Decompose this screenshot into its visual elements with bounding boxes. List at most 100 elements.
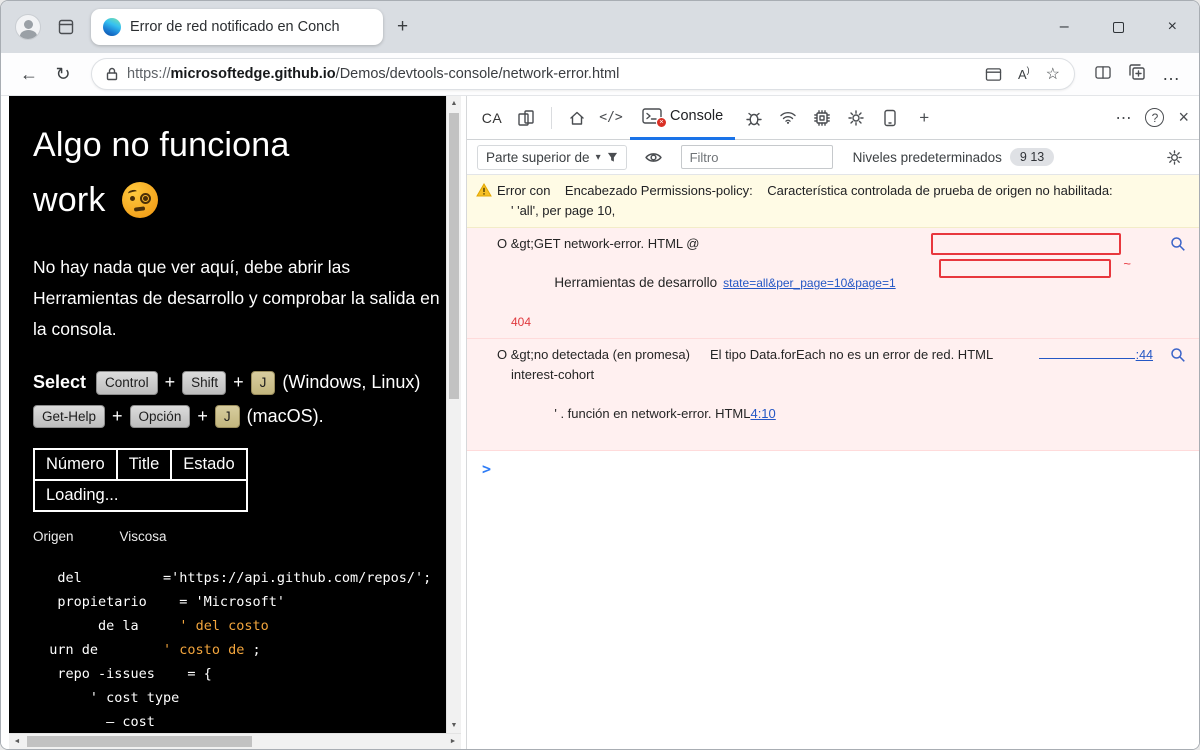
magnifier-icon[interactable] bbox=[1170, 347, 1186, 369]
webpage-pane: Algo no funciona work No hay nada que ve… bbox=[9, 96, 461, 749]
avatar-head-shape bbox=[24, 20, 33, 29]
console-messages: Error con Encabezado Permissions-policy:… bbox=[467, 175, 1199, 749]
horizontal-scrollbar[interactable]: ◄ ► bbox=[9, 733, 461, 749]
source-label-viscosa[interactable]: Viscosa bbox=[120, 529, 167, 544]
issues-table: Número Title Estado Loading... bbox=[33, 448, 248, 512]
scroll-left-arrow[interactable]: ◄ bbox=[9, 734, 25, 749]
highlight-box-2 bbox=[939, 259, 1111, 278]
back-button[interactable]: ← bbox=[17, 64, 41, 85]
window-controls: – × bbox=[1060, 19, 1185, 35]
source-line-link[interactable]: :44 bbox=[1136, 346, 1153, 365]
promise-error-line-3: ' . función en network-error. HTML4:10 bbox=[497, 384, 1153, 443]
collections-icon[interactable] bbox=[1125, 63, 1149, 86]
highlight-box-1 bbox=[931, 233, 1121, 255]
webpage-content: Algo no funciona work No hay nada que ve… bbox=[9, 96, 446, 733]
code-line: ' cost type bbox=[33, 686, 442, 710]
console-settings-gear-icon[interactable] bbox=[1159, 142, 1189, 172]
scroll-down-arrow[interactable]: ▼ bbox=[447, 718, 461, 733]
promise-error-line-1: O &gt;no detectada (en promesa) El tipo … bbox=[497, 345, 1153, 365]
code-text: propietario = 'Microsoft' bbox=[33, 594, 285, 610]
favorite-star-icon[interactable]: ☆ bbox=[1046, 64, 1060, 84]
console-filter-input[interactable] bbox=[681, 145, 833, 169]
code-line: del ='https://api.github.com/repos/'; bbox=[33, 566, 442, 590]
new-tab-button[interactable]: + bbox=[397, 16, 408, 38]
install-app-icon[interactable] bbox=[985, 67, 1002, 82]
maximize-button[interactable] bbox=[1113, 22, 1124, 33]
vertical-scrollbar[interactable]: ▲ ▼ bbox=[446, 96, 461, 733]
browser-menu-icon[interactable]: … bbox=[1159, 64, 1183, 85]
debugger-bug-icon[interactable] bbox=[739, 103, 769, 133]
promise-error-right: El tipo Data.forEach no es un error de r… bbox=[710, 345, 993, 365]
horizontal-scroll-thumb[interactable] bbox=[27, 736, 252, 747]
network-wifi-icon[interactable] bbox=[773, 103, 803, 133]
plus-sign: + bbox=[112, 406, 123, 427]
tab-console[interactable]: × Console bbox=[630, 96, 735, 140]
table-loading-row: Loading... bbox=[34, 480, 247, 511]
inspect-tool-button[interactable]: CA bbox=[477, 103, 507, 133]
content-area: Algo no funciona work No hay nada que ve… bbox=[1, 96, 1199, 749]
warning-line-2: ' 'all', per page 10, bbox=[497, 201, 1153, 221]
home-tab-icon[interactable] bbox=[562, 103, 592, 133]
refresh-button[interactable]: ↻ bbox=[51, 64, 75, 85]
frame-context-selector[interactable]: Parte superior de ▾ bbox=[477, 145, 627, 170]
stack-frame-link[interactable]: 4:10 bbox=[750, 406, 775, 421]
column-header-estado: Estado bbox=[171, 449, 246, 480]
plus-sign: + bbox=[197, 406, 208, 427]
scroll-up-arrow[interactable]: ▲ bbox=[447, 96, 461, 111]
minimize-button[interactable]: – bbox=[1060, 19, 1069, 35]
code-text: repo -issues = { bbox=[33, 666, 212, 682]
tab-actions-icon[interactable] bbox=[53, 14, 79, 40]
code-string: ' costo de bbox=[163, 642, 244, 658]
vertical-scroll-thumb[interactable] bbox=[449, 113, 459, 399]
devtools-help-icon[interactable]: ? bbox=[1145, 108, 1164, 127]
heading-line2: work bbox=[33, 181, 106, 219]
url-text: https://microsoftedge.github.io/Demos/de… bbox=[127, 66, 619, 82]
memory-chip-icon[interactable] bbox=[807, 103, 837, 133]
horizontal-scroll-track[interactable] bbox=[25, 734, 445, 749]
browser-tab[interactable]: Error de red notificado en Conch bbox=[91, 9, 383, 45]
code-text: de la bbox=[33, 618, 179, 634]
device-tablet-icon[interactable] bbox=[875, 103, 905, 133]
emoji-mouth bbox=[133, 206, 144, 211]
stack-frame-text: ' . función en network-error. HTML bbox=[554, 406, 750, 421]
elements-tab-icon[interactable]: </> bbox=[596, 103, 626, 133]
vertical-scroll-track[interactable] bbox=[447, 111, 461, 718]
code-line: urn de ' costo de ; bbox=[33, 638, 442, 662]
code-line: de la ' del costo bbox=[33, 614, 442, 638]
promise-error-left: O &gt;no detectada (en promesa) bbox=[497, 345, 690, 365]
address-bar[interactable]: https://microsoftedge.github.io/Demos/de… bbox=[91, 58, 1075, 90]
read-aloud-icon[interactable]: A) bbox=[1018, 67, 1030, 82]
more-tools-plus-icon[interactable]: + bbox=[909, 103, 939, 133]
console-filter-bar: Parte superior de ▾ Niveles predetermina… bbox=[467, 140, 1199, 175]
profile-avatar[interactable] bbox=[15, 14, 41, 40]
frame-selector-label: Parte superior de bbox=[486, 150, 590, 165]
console-icon: × bbox=[642, 108, 662, 124]
plus-sign: + bbox=[233, 372, 244, 393]
source-label-origen[interactable]: Origen bbox=[33, 529, 74, 544]
emoji-monocle bbox=[140, 193, 151, 204]
request-url-link[interactable]: state=all&per_page=10&page=1 bbox=[723, 276, 895, 290]
split-screen-icon[interactable] bbox=[1091, 64, 1115, 85]
live-expression-eye-icon[interactable] bbox=[639, 142, 669, 172]
code-line: propietario = 'Microsoft' bbox=[33, 590, 442, 614]
tab-title: Error de red notificado en Conch bbox=[130, 19, 340, 35]
scroll-right-arrow[interactable]: ► bbox=[445, 734, 461, 749]
key-command: Get-Help bbox=[33, 405, 105, 429]
log-levels-dropdown[interactable]: Niveles predeterminados 9 13 bbox=[853, 148, 1055, 166]
url-path: /Demos/devtools-console/network-error.ht… bbox=[336, 66, 620, 82]
source-link-underline[interactable] bbox=[1039, 348, 1135, 359]
promise-error-line-2: interest-cohort bbox=[497, 365, 1153, 385]
devtools-close-icon[interactable]: × bbox=[1178, 107, 1189, 128]
code-text: ; bbox=[244, 642, 260, 658]
title-bar: Error de red notificado en Conch + – × bbox=[1, 1, 1199, 53]
device-emulation-icon[interactable] bbox=[511, 103, 541, 133]
settings-gear-icon[interactable] bbox=[841, 103, 871, 133]
shortcut-row-windows: Select Control + Shift + J (Windows, Lin… bbox=[33, 371, 442, 395]
magnifier-icon[interactable] bbox=[1170, 236, 1186, 258]
devtools-menu-icon[interactable]: ⋯ bbox=[1115, 108, 1131, 128]
code-line: repo -issues = { bbox=[33, 662, 442, 686]
code-line: – cost bbox=[33, 710, 442, 733]
close-window-button[interactable]: × bbox=[1168, 19, 1177, 35]
console-prompt[interactable]: > bbox=[467, 451, 1199, 478]
code-text: – cost bbox=[33, 714, 155, 730]
